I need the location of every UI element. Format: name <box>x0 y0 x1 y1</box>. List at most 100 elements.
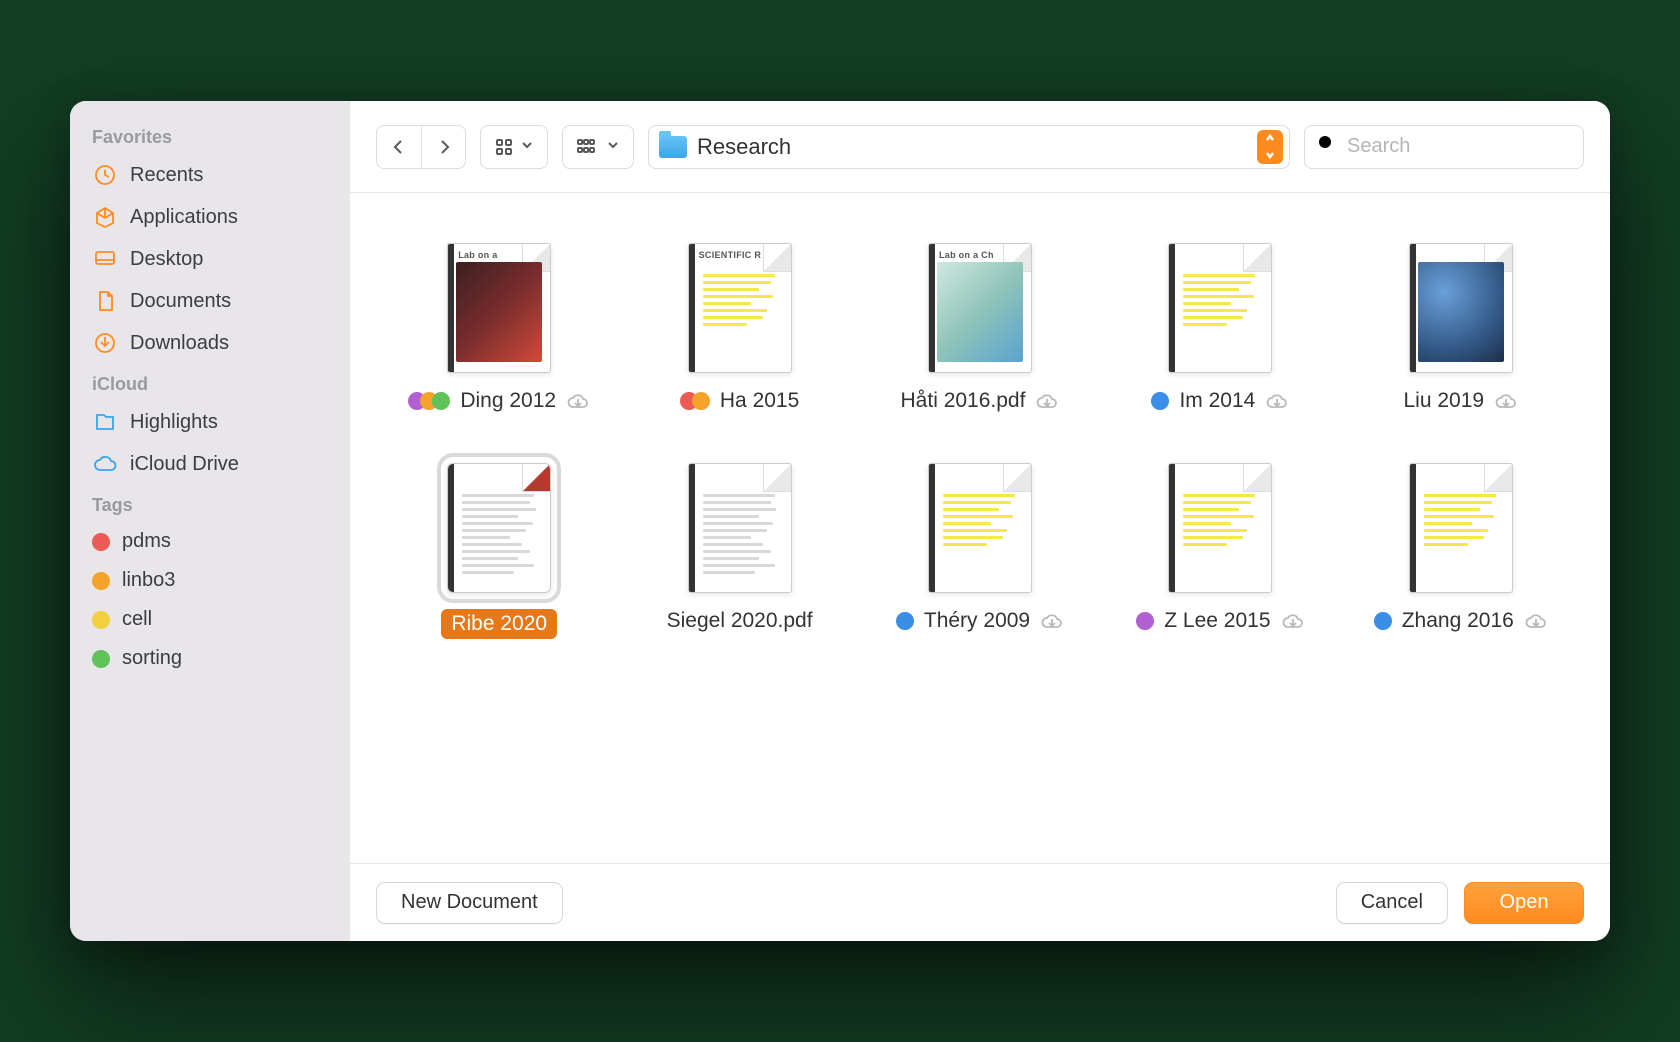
file-label-row: Ha 2015 <box>680 389 799 413</box>
file-thumbnail <box>1168 243 1272 373</box>
cloud-icon <box>92 451 118 477</box>
sidebar-section-title: iCloud <box>70 364 350 401</box>
file-item[interactable]: Lab on a Ch Håti 2016.pdf <box>865 243 1095 413</box>
highlights-icon <box>92 409 118 435</box>
sidebar-section-title: Favorites <box>70 117 350 154</box>
file-tag-dots <box>1151 392 1169 410</box>
search-icon <box>1317 134 1337 159</box>
sidebar-item-recents[interactable]: Recents <box>70 154 350 196</box>
icon-view-button[interactable] <box>481 126 547 168</box>
open-button[interactable]: Open <box>1464 882 1584 924</box>
file-item[interactable]: Z Lee 2015 <box>1105 463 1335 639</box>
tag-dot-icon <box>92 572 110 590</box>
sidebar-item-label: cell <box>122 608 152 631</box>
file-grid: Lab on a Ding 2012 SCIENTIFIC R Ha 2015 Lab … <box>384 243 1576 639</box>
cloud-download-icon[interactable] <box>1524 611 1548 631</box>
file-thumbnail: SCIENTIFIC R <box>688 243 792 373</box>
file-name: Ha 2015 <box>720 389 799 413</box>
chevron-down-icon <box>607 138 619 156</box>
file-tag-dots <box>680 392 710 410</box>
sidebar-item-downloads[interactable]: Downloads <box>70 322 350 364</box>
sidebar-item-label: iCloud Drive <box>130 453 239 476</box>
file-item[interactable]: Zhang 2016 <box>1346 463 1576 639</box>
new-document-button[interactable]: New Document <box>376 882 563 924</box>
sidebar-item-label: pdms <box>122 530 171 553</box>
file-tag-dots <box>1374 612 1392 630</box>
sidebar-item-icloud-drive[interactable]: iCloud Drive <box>70 443 350 485</box>
sidebar-item-documents[interactable]: Documents <box>70 280 350 322</box>
sidebar: Favorites Recents Applications Desktop Docum… <box>70 101 350 941</box>
sidebar-item-linbo3[interactable]: linbo3 <box>70 561 350 600</box>
file-label-row: Z Lee 2015 <box>1136 609 1304 633</box>
file-item[interactable]: SCIENTIFIC R Ha 2015 <box>624 243 854 413</box>
file-name: Ding 2012 <box>460 389 556 413</box>
sidebar-section-title: Tags <box>70 485 350 522</box>
file-item[interactable]: Siegel 2020.pdf <box>624 463 854 639</box>
cloud-download-icon[interactable] <box>1494 391 1518 411</box>
forward-button[interactable] <box>421 126 465 168</box>
cloud-download-icon[interactable] <box>1040 611 1064 631</box>
dialog-footer: New Document Cancel Open <box>350 863 1610 941</box>
chevron-down-icon <box>521 138 533 156</box>
sidebar-item-label: Highlights <box>130 411 218 434</box>
file-tag-dots <box>408 392 450 410</box>
file-thumbnail <box>1409 243 1513 373</box>
file-item[interactable]: Liu 2019 <box>1346 243 1576 413</box>
back-button[interactable] <box>377 126 421 168</box>
nav-buttons <box>376 125 466 169</box>
file-thumbnail: Lab on a <box>447 243 551 373</box>
file-label-row: Théry 2009 <box>896 609 1064 633</box>
file-name: Liu 2019 <box>1404 389 1485 413</box>
location-stepper[interactable] <box>1257 130 1283 164</box>
location-label: Research <box>697 134 791 160</box>
tag-dot-icon <box>92 650 110 668</box>
file-thumbnail <box>688 463 792 593</box>
file-thumbnail <box>1409 463 1513 593</box>
group-view-button[interactable] <box>563 126 633 168</box>
file-label-row: Siegel 2020.pdf <box>667 609 813 633</box>
cloud-download-icon[interactable] <box>1035 391 1059 411</box>
file-tag-dots <box>1136 612 1154 630</box>
search-input[interactable] <box>1347 135 1610 158</box>
toolbar: Research <box>350 101 1610 193</box>
location-selector[interactable]: Research <box>648 125 1290 169</box>
clock-icon <box>92 162 118 188</box>
file-name: Z Lee 2015 <box>1164 609 1270 633</box>
cloud-download-icon[interactable] <box>1281 611 1305 631</box>
file-label-row: Zhang 2016 <box>1374 609 1548 633</box>
sidebar-item-highlights[interactable]: Highlights <box>70 401 350 443</box>
cloud-download-icon[interactable] <box>1265 391 1289 411</box>
file-thumbnail: Lab on a Ch <box>928 243 1032 373</box>
sidebar-item-label: Downloads <box>130 332 229 355</box>
file-thumbnail <box>1168 463 1272 593</box>
sidebar-item-label: linbo3 <box>122 569 175 592</box>
file-label-row: Im 2014 <box>1151 389 1289 413</box>
sidebar-item-label: Applications <box>130 206 238 229</box>
sidebar-item-applications[interactable]: Applications <box>70 196 350 238</box>
sidebar-item-sorting[interactable]: sorting <box>70 639 350 678</box>
sidebar-item-label: Documents <box>130 290 231 313</box>
file-thumbnail <box>928 463 1032 593</box>
cloud-download-icon[interactable] <box>566 391 590 411</box>
sidebar-item-label: Recents <box>130 164 203 187</box>
file-label-row: Ribe 2020 <box>441 609 557 639</box>
doc-icon <box>92 288 118 314</box>
file-item[interactable]: Im 2014 <box>1105 243 1335 413</box>
cancel-button[interactable]: Cancel <box>1336 882 1448 924</box>
file-label-row: Håti 2016.pdf <box>901 389 1060 413</box>
sidebar-item-label: sorting <box>122 647 182 670</box>
file-item[interactable]: Ribe 2020 <box>384 463 614 639</box>
file-name: Théry 2009 <box>924 609 1030 633</box>
file-name: Ribe 2020 <box>441 609 557 639</box>
file-item[interactable]: Lab on a Ding 2012 <box>384 243 614 413</box>
search-field[interactable] <box>1304 125 1584 169</box>
sidebar-item-pdms[interactable]: pdms <box>70 522 350 561</box>
sidebar-item-cell[interactable]: cell <box>70 600 350 639</box>
view-mode-group-1 <box>480 125 548 169</box>
file-name: Im 2014 <box>1179 389 1255 413</box>
tag-dot-icon <box>92 611 110 629</box>
sidebar-item-desktop[interactable]: Desktop <box>70 238 350 280</box>
view-mode-group-2 <box>562 125 634 169</box>
file-label-row: Ding 2012 <box>408 389 590 413</box>
file-item[interactable]: Théry 2009 <box>865 463 1095 639</box>
